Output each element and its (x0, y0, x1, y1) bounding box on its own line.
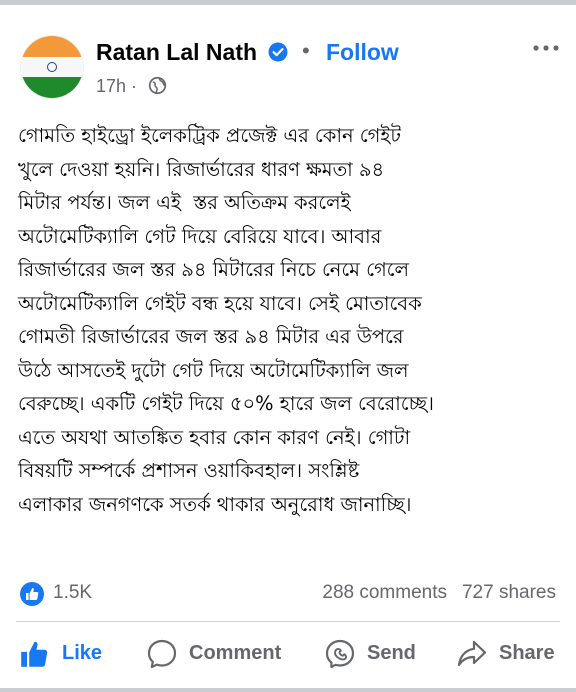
comments-count[interactable]: 288 comments (322, 582, 447, 604)
thumbs-up-icon (21, 641, 48, 667)
like-button[interactable]: Like (18, 632, 118, 676)
like-count[interactable]: 1.5K (53, 582, 92, 604)
post-header: Ratan Lal Nath • Follow 17h · (0, 30, 576, 100)
like-label: Like (62, 642, 103, 664)
share-arrow-icon (457, 640, 487, 667)
engagement-stats: 1.5K 288 comments 727 shares (0, 578, 576, 608)
like-reaction-icon[interactable] (20, 582, 44, 606)
follow-button[interactable]: Follow (326, 39, 399, 66)
separator-dot: • (302, 38, 310, 63)
comment-button[interactable]: Comment (146, 632, 286, 676)
comment-icon (147, 639, 177, 669)
more-options-icon[interactable] (530, 34, 562, 62)
comment-label: Comment (189, 642, 282, 664)
avatar[interactable] (21, 36, 83, 98)
bottom-divider (0, 688, 576, 692)
send-button[interactable]: Send (324, 632, 424, 676)
messenger-send-icon (325, 639, 355, 669)
verified-badge-icon (268, 42, 288, 62)
shares-count[interactable]: 727 shares (462, 582, 556, 604)
author-name[interactable]: Ratan Lal Nath (96, 39, 257, 66)
post-action-bar: Like Comment Send Share (0, 632, 576, 676)
send-label: Send (367, 642, 416, 664)
actions-divider (16, 621, 560, 622)
share-label: Share (499, 642, 555, 664)
globe-icon (148, 76, 167, 95)
post-body-text: গোমতি হাইড্রো ইলেকট্রিক প্রজেক্ট এর কোন … (18, 124, 434, 516)
top-divider (0, 0, 576, 5)
post-timestamp[interactable]: 17h · (96, 76, 137, 97)
share-button[interactable]: Share (456, 632, 561, 676)
